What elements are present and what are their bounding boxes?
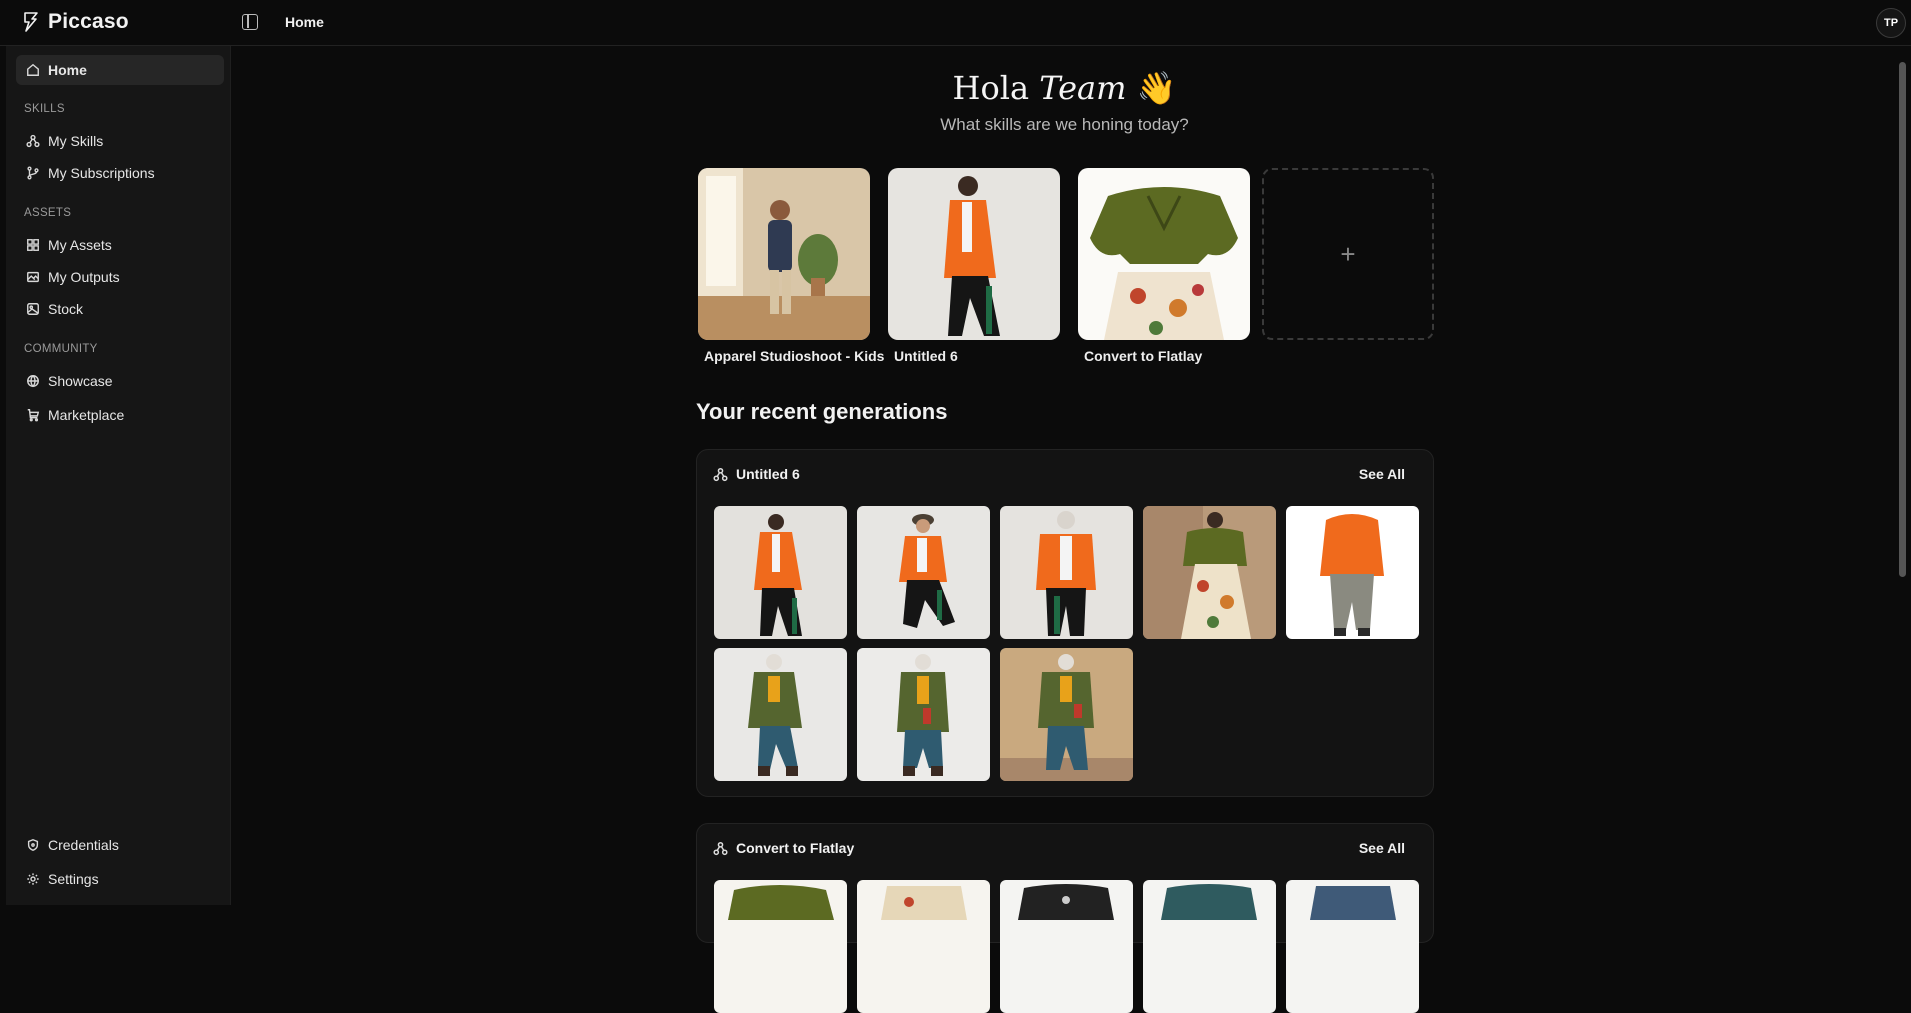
see-all-button[interactable]: See All	[1359, 466, 1405, 482]
skill-nodes-icon	[26, 134, 40, 148]
sidebar-item-settings[interactable]: Settings	[16, 864, 224, 894]
section-skills: SKILLS	[24, 103, 65, 115]
sidebar-item-label: Credentials	[48, 837, 119, 853]
section-community: COMMUNITY	[24, 343, 98, 355]
image-icon	[27, 271, 39, 283]
sidebar-item-credentials[interactable]: Credentials	[16, 830, 224, 860]
generation-thumbnail[interactable]	[714, 648, 847, 781]
cart-icon	[27, 409, 40, 422]
breadcrumb: Home	[285, 14, 324, 30]
generation-thumbnail[interactable]	[1000, 506, 1133, 639]
sidebar-item-showcase[interactable]: Showcase	[16, 366, 224, 396]
piccaso-logo-icon	[24, 12, 38, 32]
sidebar-item-label: Showcase	[48, 373, 113, 389]
sidebar-item-label: Settings	[48, 871, 99, 887]
group-header: Convert to Flatlay	[713, 840, 854, 856]
generation-thumbnail[interactable]	[1000, 648, 1133, 781]
generation-thumbnail[interactable]	[714, 506, 847, 639]
generation-thumbnail[interactable]	[714, 880, 847, 1013]
generation-group-untitled-6: Untitled 6 See All	[696, 449, 1434, 797]
scrollbar[interactable]	[1899, 62, 1906, 577]
skill-thumbnail-untitled	[888, 168, 1060, 340]
sidebar-item-label: My Skills	[48, 133, 104, 149]
app-name: Piccaso	[48, 10, 129, 33]
wave-emoji-icon: 👋	[1136, 69, 1177, 107]
sidebar-item-home[interactable]: Home	[16, 55, 224, 85]
plus-icon: +	[1340, 238, 1356, 269]
skill-thumbnail-kids	[698, 168, 870, 340]
skill-label[interactable]: Apparel Studioshoot - Kids	[704, 348, 884, 364]
photo-icon	[27, 303, 39, 315]
generation-thumbnail[interactable]	[1143, 880, 1276, 1013]
skill-nodes-icon	[713, 467, 728, 481]
greeting-hola: Hola	[952, 69, 1030, 107]
sidebar-item-label: My Assets	[48, 237, 112, 253]
app-logo[interactable]: Piccaso	[20, 10, 129, 34]
sidebar-item-my-subscriptions[interactable]: My Subscriptions	[16, 158, 224, 188]
greeting-subtitle: What skills are we honing today?	[940, 115, 1189, 134]
skill-label[interactable]: Convert to Flatlay	[1084, 348, 1202, 364]
generation-thumbnail[interactable]	[1000, 880, 1133, 1013]
add-skill-button[interactable]: +	[1262, 168, 1434, 340]
see-all-button[interactable]: See All	[1359, 840, 1405, 856]
group-name: Untitled 6	[736, 466, 800, 482]
grid-icon	[27, 239, 39, 251]
git-branch-icon	[27, 166, 39, 180]
greeting-name: Team	[1039, 69, 1127, 107]
greeting-title: Hola Team 👋	[232, 69, 1897, 107]
generation-thumbnail[interactable]	[1286, 506, 1419, 639]
sidebar-item-my-skills[interactable]: My Skills	[16, 126, 224, 156]
section-assets: ASSETS	[24, 207, 72, 219]
skill-card[interactable]	[888, 168, 1060, 340]
generation-thumbnail[interactable]	[1143, 506, 1276, 639]
sidebar-item-my-assets[interactable]: My Assets	[16, 230, 224, 260]
top-bar: Piccaso Home TP	[0, 0, 1911, 46]
generation-thumbnail[interactable]	[857, 880, 990, 1013]
group-name: Convert to Flatlay	[736, 840, 855, 856]
sidebar-item-stock[interactable]: Stock	[16, 294, 224, 324]
sidebar-item-label: Stock	[48, 301, 84, 317]
greeting: Hola Team 👋 What skills are we honing to…	[232, 69, 1897, 135]
sidebar-item-label: My Subscriptions	[48, 165, 155, 181]
gear-icon	[27, 873, 39, 885]
generation-thumbnail[interactable]	[857, 648, 990, 781]
skill-card[interactable]	[698, 168, 870, 340]
sidebar-toggle-icon[interactable]	[242, 14, 258, 30]
recent-generations-title: Your recent generations	[696, 399, 948, 424]
group-header: Untitled 6	[713, 466, 800, 482]
sidebar-item-marketplace[interactable]: Marketplace	[16, 400, 224, 430]
avatar[interactable]: TP	[1876, 8, 1906, 38]
home-icon	[27, 63, 39, 76]
globe-icon	[27, 375, 39, 388]
shield-icon	[27, 838, 39, 852]
sidebar-item-label: Marketplace	[48, 407, 125, 423]
sidebar-item-my-outputs[interactable]: My Outputs	[16, 262, 224, 292]
sidebar-item-label: Home	[48, 62, 87, 78]
skill-nodes-icon	[713, 841, 728, 855]
main-content: Hola Team 👋 What skills are we honing to…	[232, 47, 1897, 1013]
sidebar: Home SKILLS My Skills My Subscriptions A…	[6, 46, 231, 905]
skill-card[interactable]	[1078, 168, 1250, 340]
sidebar-item-label: My Outputs	[48, 269, 120, 285]
skill-thumbnail-flatlay	[1078, 168, 1250, 340]
generation-thumbnail[interactable]	[857, 506, 990, 639]
generation-group-convert-to-flatlay: Convert to Flatlay See All	[696, 823, 1434, 1013]
generation-thumbnail[interactable]	[1286, 880, 1419, 1013]
skill-label[interactable]: Untitled 6	[894, 348, 958, 364]
